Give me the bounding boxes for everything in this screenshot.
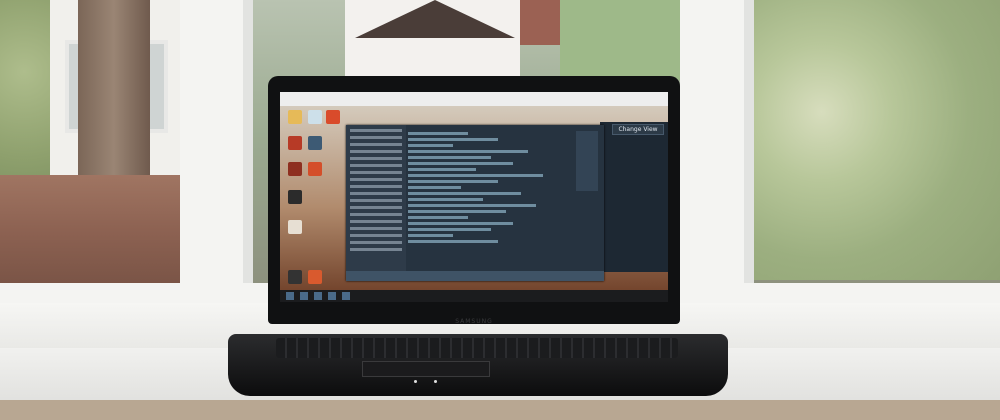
keyboard — [276, 338, 678, 358]
touchpad — [362, 361, 490, 377]
code-editor-window — [346, 125, 604, 281]
right-code-panel — [600, 122, 668, 272]
file-tree — [346, 125, 406, 281]
code-minimap — [576, 131, 598, 191]
desktop-icon — [308, 110, 322, 124]
center-right-foliage — [560, 0, 680, 80]
start-icon[interactable] — [286, 292, 294, 300]
taskbar-app-icon[interactable] — [328, 292, 336, 300]
right-bushes — [745, 0, 1000, 280]
window-frame-middle — [680, 0, 750, 330]
desktop-icon — [326, 110, 340, 124]
desktop-icon — [288, 110, 302, 124]
desktop-icon — [288, 136, 302, 150]
desktop-icon — [288, 220, 302, 234]
window-frame-middle-inner — [744, 0, 754, 290]
laptop-brand-label: SAMSUNG — [455, 318, 493, 325]
browser-bar — [280, 92, 668, 106]
desktop-icon — [308, 136, 322, 150]
desktop-icon — [288, 162, 302, 176]
desktop-icon — [288, 270, 302, 284]
change-view-button[interactable]: Change View — [612, 124, 664, 135]
taskbar-app-icon[interactable] — [300, 292, 308, 300]
status-led — [414, 380, 417, 383]
editor-status-bar — [346, 271, 604, 281]
taskbar — [280, 290, 668, 302]
window-frame-left-inner — [243, 0, 253, 290]
code-area — [408, 129, 558, 277]
status-led — [434, 380, 437, 383]
center-roof — [355, 0, 515, 38]
desktop-icon — [308, 162, 322, 176]
taskbar-app-icon[interactable] — [342, 292, 350, 300]
desktop-icon — [288, 190, 302, 204]
taskbar-app-icon[interactable] — [314, 292, 322, 300]
photo-scene: Change View SAMSUNG — [0, 0, 1000, 420]
window-frame-left — [180, 0, 250, 330]
wood-surface — [0, 400, 1000, 420]
laptop-screen: Change View — [280, 92, 668, 302]
desktop-icon — [308, 270, 322, 284]
brick-steps — [0, 175, 180, 285]
